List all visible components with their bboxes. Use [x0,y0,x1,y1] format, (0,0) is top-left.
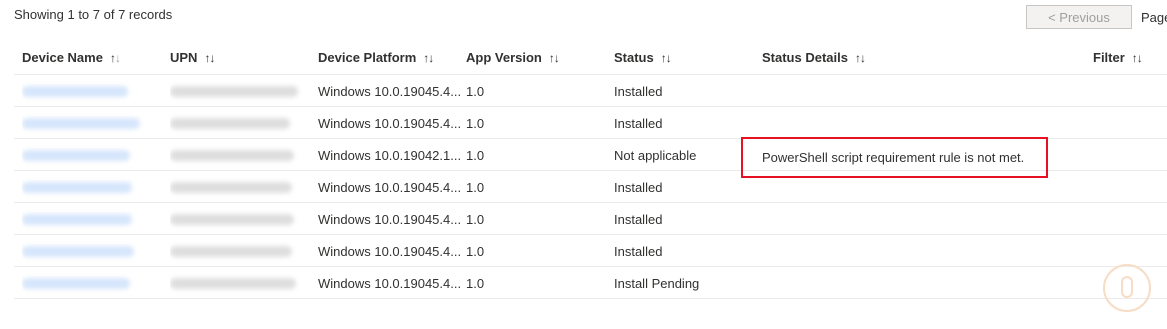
device-name-cell[interactable] [22,267,162,299]
app-version-cell: 1.0 [466,147,485,163]
redacted-upn [170,181,292,193]
device-name-cell[interactable] [22,107,162,139]
sort-arrows-icon[interactable]: ↑ ↓ [855,51,866,65]
redacted-upn [170,245,292,257]
redacted-device-link[interactable] [22,117,140,129]
redacted-upn [170,149,294,161]
app-version-cell: 1.0 [466,275,485,291]
status-cell: Not applicable [614,147,697,163]
column-header-label: App Version [466,50,542,65]
sort-arrows-icon[interactable]: ↑ ↓ [1132,51,1143,65]
table-row[interactable]: Windows 10.0.19045.4... 1.0 Installed [14,203,1167,235]
app-version-cell: 1.0 [466,243,485,259]
column-header-device-platform[interactable]: Device Platform ↑ ↓ [318,40,434,75]
column-header-status-details[interactable]: Status Details ↑ ↓ [762,40,866,75]
grid-header: Device Name ↑ ↓ UPN ↑ ↓ Device Platform ↑ ↓… [14,40,1167,75]
status-cell: Installed [614,243,663,259]
column-header-filter[interactable]: Filter ↑ ↓ [1093,40,1143,75]
upn-cell [170,171,310,203]
status-cell: Installed [614,115,663,131]
upn-cell [170,75,310,107]
upn-cell [170,235,310,267]
column-header-label: Device Name [22,50,103,65]
sort-arrows-icon[interactable]: ↑ ↓ [110,51,121,65]
redacted-device-link[interactable] [22,245,134,257]
redacted-upn [170,213,294,225]
redacted-upn [170,117,290,129]
device-name-cell[interactable] [22,75,162,107]
redacted-device-link[interactable] [22,213,132,225]
status-cell: Installed [614,83,663,99]
column-header-device-name[interactable]: Device Name ↑ ↓ [22,40,121,75]
table-row[interactable]: Windows 10.0.19045.4... 1.0 Install Pend… [14,267,1167,299]
status-details-highlight: PowerShell script requirement rule is no… [741,137,1048,178]
records-summary: Showing 1 to 7 of 7 records [14,7,173,22]
column-header-status[interactable]: Status ↑ ↓ [614,40,672,75]
sort-arrows-icon[interactable]: ↑ ↓ [423,51,434,65]
app-version-cell: 1.0 [466,179,485,195]
upn-cell [170,107,310,139]
redacted-upn [170,85,298,97]
upn-cell [170,267,310,299]
platform-cell: Windows 10.0.19045.4... [318,275,462,291]
table-row[interactable]: Windows 10.0.19045.4... 1.0 Installed [14,75,1167,107]
device-name-cell[interactable] [22,171,162,203]
redacted-device-link[interactable] [22,149,130,161]
platform-cell: Windows 10.0.19045.4... [318,115,462,131]
column-header-label: Status Details [762,50,848,65]
status-cell: Install Pending [614,275,700,291]
sort-arrows-icon[interactable]: ↑ ↓ [661,51,672,65]
app-version-cell: 1.0 [466,115,485,131]
redacted-device-link[interactable] [22,85,128,97]
app-version-cell: 1.0 [466,211,485,227]
app-version-cell: 1.0 [466,83,485,99]
redacted-device-link[interactable] [22,277,130,289]
table-row[interactable]: Windows 10.0.19045.4... 1.0 Installed [14,235,1167,267]
status-cell: Installed [614,211,663,227]
mouse-shape [1121,276,1133,298]
column-header-label: Filter [1093,50,1125,65]
redacted-upn [170,277,296,289]
platform-cell: Windows 10.0.19045.4... [318,179,462,195]
status-cell: Installed [614,179,663,195]
mouse-watermark-icon [1103,264,1151,312]
column-header-label: Device Platform [318,50,417,65]
status-details-cell: PowerShell script requirement rule is no… [762,150,1025,165]
upn-cell [170,139,310,171]
column-header-upn[interactable]: UPN ↑ ↓ [170,40,215,75]
platform-cell: Windows 10.0.19045.4... [318,243,462,259]
column-header-app-version[interactable]: App Version ↑ ↓ [466,40,560,75]
page-label: Page [1141,10,1167,25]
redacted-device-link[interactable] [22,181,132,193]
sort-arrows-icon[interactable]: ↑ ↓ [204,51,215,65]
table-row[interactable]: Windows 10.0.19045.4... 1.0 Installed [14,107,1167,139]
upn-cell [170,203,310,235]
device-install-status-panel: Showing 1 to 7 of 7 records < Previous P… [0,0,1167,329]
device-name-cell[interactable] [22,139,162,171]
platform-cell: Windows 10.0.19045.4... [318,211,462,227]
device-name-cell[interactable] [22,235,162,267]
platform-cell: Windows 10.0.19045.4... [318,83,462,99]
previous-page-button[interactable]: < Previous [1026,5,1132,29]
device-name-cell[interactable] [22,203,162,235]
column-header-label: Status [614,50,654,65]
platform-cell: Windows 10.0.19042.1... [318,147,462,163]
sort-arrows-icon[interactable]: ↑ ↓ [549,51,560,65]
column-header-label: UPN [170,50,198,65]
